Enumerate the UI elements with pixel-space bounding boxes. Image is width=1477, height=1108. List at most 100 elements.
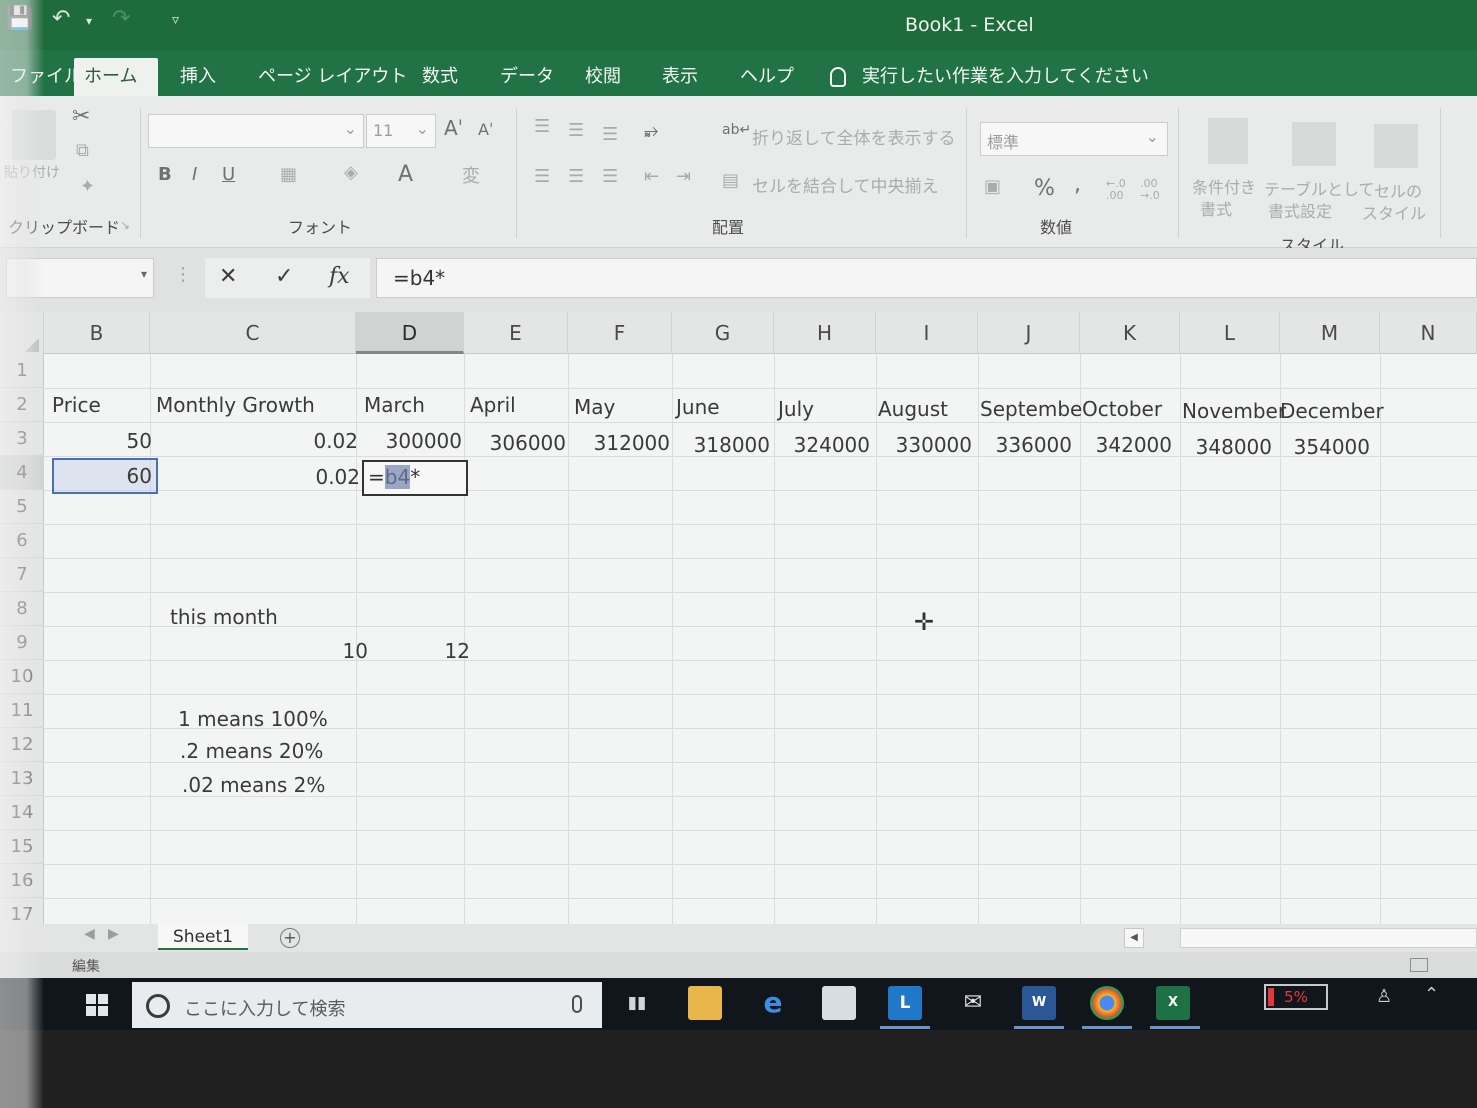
col-header-d[interactable]: D [356,312,464,354]
undo-dropdown-icon[interactable]: ▾ [86,14,92,28]
redo-icon[interactable]: ↷ [112,6,130,31]
percent-button[interactable]: % [1034,176,1055,201]
col-header-h[interactable]: H [774,312,876,354]
font-size-dropdown[interactable]: 11 ⌄ [366,114,436,148]
name-box[interactable]: ▾ [6,258,154,298]
currency-icon[interactable]: ▣ [984,176,1001,197]
grow-font-icon[interactable]: Aˈ [444,116,463,140]
horizontal-scrollbar[interactable] [1180,928,1477,948]
add-sheet-button[interactable]: + [280,928,300,948]
scroll-left-button[interactable]: ◀ [1124,928,1144,948]
tab-formulas[interactable]: 数式 [412,58,468,96]
underline-button[interactable]: U [222,164,235,185]
cell-i3[interactable]: 330000 [876,428,972,462]
cell-e3[interactable]: 306000 [466,426,566,460]
cell-d2[interactable]: March [364,388,425,422]
col-header-l[interactable]: L [1180,312,1280,354]
cell-b4[interactable]: 60 [52,459,152,493]
cell-j3[interactable]: 336000 [978,428,1072,462]
cell-styles-label-2[interactable]: スタイル [1362,200,1426,224]
row-header[interactable]: 12 [0,728,44,762]
cell-m2[interactable]: December [1280,394,1384,428]
font-color-icon[interactable]: A [398,162,413,187]
comma-button[interactable]: , [1074,172,1081,197]
align-right-icon[interactable]: ☰ [602,166,618,187]
row-header[interactable]: 1 [0,354,44,388]
format-as-table-label-2[interactable]: 書式設定 [1268,198,1332,222]
orientation-icon[interactable]: ⥵ [644,120,658,141]
col-header-j[interactable]: J [978,312,1080,354]
row-header[interactable]: 5 [0,490,44,524]
battery-indicator[interactable]: 5% [1264,984,1328,1010]
cell-h2[interactable]: July [778,392,814,426]
normal-view-icon[interactable] [1410,958,1428,972]
increase-decimal-icon[interactable]: ←.0.00 [1106,178,1126,202]
cell-l3[interactable]: 348000 [1180,430,1272,464]
insert-function-button[interactable]: fx [329,264,350,289]
shrink-font-icon[interactable]: Aˈ [478,120,493,139]
wrap-text-button[interactable]: 折り返して全体を表示する [752,124,956,149]
cell-f3[interactable]: 312000 [570,426,670,460]
row-header[interactable]: 17 [0,898,44,924]
cell-k3[interactable]: 342000 [1080,428,1172,462]
col-header-f[interactable]: F [568,312,672,354]
task-view-icon[interactable]: ▮▮ [620,986,654,1020]
microphone-icon[interactable] [572,995,582,1013]
format-painter-icon[interactable]: ✦ [80,176,95,197]
increase-indent-icon[interactable]: ⇥ [676,166,691,187]
number-format-dropdown[interactable]: 標準 ⌄ [980,122,1168,156]
cell-d9[interactable]: 12 [370,634,470,668]
excel-icon[interactable]: X [1156,986,1190,1020]
cell-c3[interactable]: 0.02 [156,424,358,458]
tab-review[interactable]: 校閲 [575,58,631,96]
cell-c9[interactable]: 10 [170,634,368,668]
customize-toolbar-icon[interactable]: ▿ [172,12,179,28]
borders-icon[interactable]: ▦ [280,164,297,185]
cell-e2[interactable]: April [470,388,516,422]
sheet-nav-next-icon[interactable]: ▶ [108,926,119,942]
paste-label[interactable]: 貼り付け [4,162,60,182]
cell-g2[interactable]: June [676,390,720,424]
decrease-indent-icon[interactable]: ⇤ [644,166,659,187]
bold-button[interactable]: B [158,164,172,185]
col-header-e[interactable]: E [464,312,568,354]
formula-input[interactable]: =b4* [376,258,1477,298]
taskbar-search-box[interactable]: ここに入力して検索 [132,982,602,1028]
row-header[interactable]: 3 [0,422,44,456]
worksheet-grid[interactable]: B C D E F G H I J K L M N 1 2 3 4 5 6 7 … [0,312,1477,924]
conditional-formatting-label-2[interactable]: 書式 [1200,196,1232,220]
tab-help[interactable]: ヘルプ [730,58,804,96]
row-header[interactable]: 14 [0,796,44,830]
row-header[interactable]: 6 [0,524,44,558]
format-as-table-label[interactable]: テーブルとして [1264,176,1375,200]
windows-start-icon[interactable] [86,994,108,1016]
conditional-formatting-icon[interactable] [1208,118,1248,164]
cell-f2[interactable]: May [574,390,615,424]
row-header[interactable]: 2 [0,388,44,422]
align-middle-icon[interactable]: ☰ [568,120,584,141]
word-icon[interactable]: W [1022,986,1056,1020]
tab-view[interactable]: 表示 [652,58,708,96]
tell-me-box[interactable]: 実行したい作業を入力してください [830,62,1149,92]
splitter-icon[interactable]: ⋮ [174,264,192,285]
row-header[interactable]: 10 [0,660,44,694]
copy-icon[interactable]: ⧉ [76,140,89,161]
cell-c2[interactable]: Monthly Growth [156,388,315,422]
cell-b3[interactable]: 50 [52,424,152,458]
cell-h3[interactable]: 324000 [774,428,870,462]
cell-c4[interactable]: 0.02 [156,460,360,494]
col-header-c[interactable]: C [150,312,356,354]
tray-expand-icon[interactable]: ⌃ [1424,984,1439,1005]
cell-l2[interactable]: November [1182,394,1286,428]
col-header-n[interactable]: N [1380,312,1477,354]
italic-button[interactable]: I [192,164,197,185]
cancel-button[interactable]: ✕ [219,264,237,289]
align-bottom-icon[interactable]: ☰ [602,124,618,145]
cell-b2[interactable]: Price [52,388,101,422]
cut-icon[interactable]: ✂ [72,104,90,129]
cell-j2[interactable]: Septembe [980,392,1082,426]
cell-c12[interactable]: .2 means 20% [180,734,323,768]
tab-insert[interactable]: 挿入 [170,58,226,96]
enter-button[interactable]: ✓ [275,264,293,289]
row-header[interactable]: 4 [0,456,44,490]
